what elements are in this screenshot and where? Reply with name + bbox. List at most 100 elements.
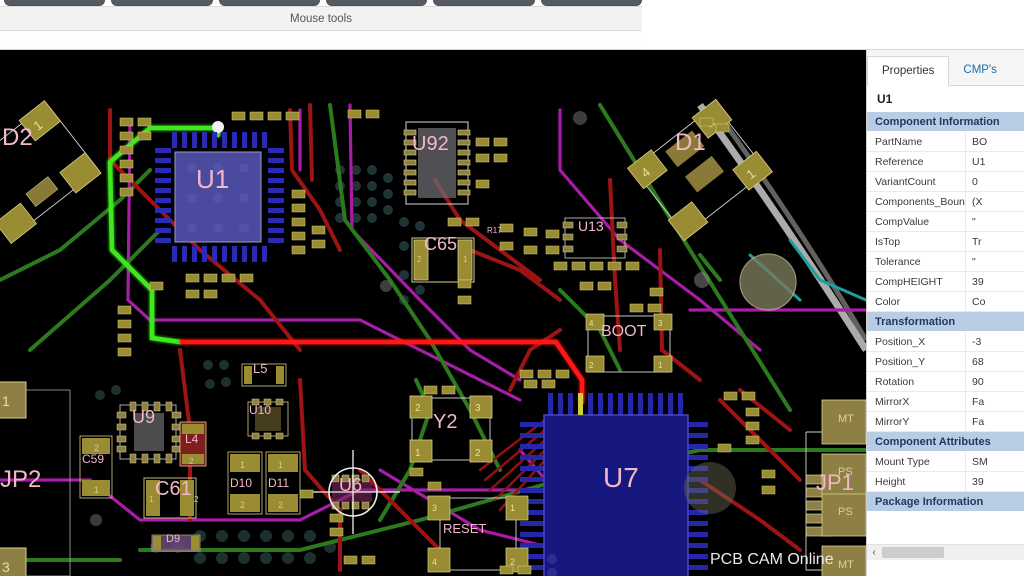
property-row[interactable]: Tolerance " <box>867 252 1024 272</box>
svg-text:1: 1 <box>278 460 283 470</box>
property-value[interactable]: " <box>965 212 1024 231</box>
edge-pad-label[interactable]: PS <box>838 466 853 478</box>
designator-reset[interactable]: RESET <box>443 521 486 536</box>
property-group-header: Component Attributes <box>867 432 1024 452</box>
svg-text:2: 2 <box>415 403 421 414</box>
toolbar-empty-area <box>642 0 1024 50</box>
designator-y2[interactable]: Y2 <box>433 411 457 433</box>
property-value[interactable]: SM <box>965 452 1024 471</box>
edge-pad-label[interactable]: MT <box>838 559 854 571</box>
property-value[interactable]: 39 <box>965 272 1024 291</box>
designator-u1[interactable]: U1 <box>196 164 229 194</box>
tab-cmps[interactable]: CMP's <box>949 55 1011 85</box>
svg-text:2: 2 <box>475 448 481 459</box>
u7-body[interactable] <box>543 414 689 576</box>
property-grid[interactable]: Component Information PartName BO Reference… <box>867 112 1024 556</box>
property-row[interactable]: MirrorX Fa <box>867 392 1024 412</box>
property-value[interactable]: Tr <box>965 232 1024 251</box>
property-value[interactable]: Fa <box>965 412 1024 431</box>
designator-u10[interactable]: U10 <box>249 403 271 417</box>
property-group-header: Transformation <box>867 312 1024 332</box>
designator-u9[interactable]: U9 <box>132 407 155 427</box>
mounting-hole[interactable] <box>739 253 797 311</box>
edge-pad-label[interactable]: PS <box>838 506 853 518</box>
designator-jp2[interactable]: JP2 <box>0 466 41 493</box>
property-row[interactable]: Position_Y 68 <box>867 352 1024 372</box>
property-row[interactable]: Components_Bounds(X <box>867 192 1024 212</box>
designator-u7[interactable]: U7 <box>603 462 639 493</box>
scrollbar-thumb[interactable] <box>882 547 944 558</box>
tab-properties[interactable]: Properties <box>867 56 950 86</box>
svg-text:1: 1 <box>149 495 154 504</box>
property-row[interactable]: CompHEIGHT 39 <box>867 272 1024 292</box>
panel-horizontal-scrollbar[interactable]: ‹ <box>867 544 1024 560</box>
property-value[interactable]: 0 <box>965 172 1024 191</box>
property-key: Mount Type <box>875 455 930 468</box>
property-key: Rotation <box>875 375 915 388</box>
property-value[interactable]: Fa <box>965 392 1024 411</box>
designator-u13[interactable]: U13 <box>578 218 604 234</box>
property-row[interactable]: Color Co <box>867 292 1024 312</box>
svg-text:1: 1 <box>463 255 468 264</box>
designator-u6[interactable]: U6 <box>339 475 362 495</box>
edge-pad-label[interactable]: MT <box>838 413 854 425</box>
property-row[interactable]: Rotation 90 <box>867 372 1024 392</box>
property-row[interactable]: CompValue " <box>867 212 1024 232</box>
designator-c59[interactable]: C59 <box>82 452 104 466</box>
svg-text:3: 3 <box>432 503 437 513</box>
designator-c65[interactable]: C65 <box>424 234 457 254</box>
property-group-header: Component Information <box>867 112 1024 132</box>
designator-boot[interactable]: BOOT <box>601 323 647 340</box>
top-toolbar: Mouse tools <box>0 0 1024 50</box>
property-value[interactable]: Co <box>965 292 1024 311</box>
panel-footer <box>867 560 1024 576</box>
property-value[interactable]: BO <box>965 132 1024 151</box>
pcb-layout-svg[interactable]: 2 1 2 2 1 1 2 1 2 1 2 2 3 1 2 4 3 2 1 3 … <box>0 50 866 576</box>
svg-text:1: 1 <box>240 460 245 470</box>
svg-text:1: 1 <box>658 361 663 370</box>
mouse-tools-label: Mouse tools <box>289 12 352 25</box>
property-row[interactable]: IsTop Tr <box>867 232 1024 252</box>
svg-text:1: 1 <box>94 485 99 495</box>
net-endpoint-marker[interactable] <box>212 121 224 133</box>
property-key: Height <box>875 475 906 488</box>
property-key: VariantCount <box>875 175 936 188</box>
property-key: CompHEIGHT <box>875 275 943 288</box>
property-row[interactable]: MirrorY Fa <box>867 412 1024 432</box>
designator-d2[interactable]: D2 <box>2 124 33 151</box>
designator-c61[interactable]: C61 <box>155 478 192 500</box>
property-value[interactable]: -3 <box>965 332 1024 351</box>
designator-l5[interactable]: L5 <box>253 361 267 376</box>
designator-d10[interactable]: D10 <box>230 476 252 490</box>
property-key: Color <box>875 295 901 308</box>
watermark-title: PCB CAM Online <box>710 551 834 568</box>
svg-text:2: 2 <box>589 361 594 370</box>
panel-tabs[interactable]: Properties CMP's <box>867 50 1024 86</box>
property-row[interactable]: PartName BO <box>867 132 1024 152</box>
property-value[interactable]: U1 <box>965 152 1024 171</box>
svg-text:3: 3 <box>475 403 481 414</box>
designator-d1[interactable]: D1 <box>675 129 706 156</box>
pcb-canvas[interactable]: 2 1 2 2 1 1 2 1 2 1 2 2 3 1 2 4 3 2 1 3 … <box>0 50 866 576</box>
properties-panel[interactable]: Properties CMP's U1 Component Informatio… <box>866 50 1024 576</box>
svg-text:3: 3 <box>658 319 663 328</box>
property-value[interactable]: 68 <box>965 352 1024 371</box>
designator-l4[interactable]: L4 <box>185 432 199 446</box>
property-key: Position_Y <box>875 355 926 368</box>
designator-d11[interactable]: D11 <box>268 476 289 490</box>
property-row[interactable]: Position_X -3 <box>867 332 1024 352</box>
scroll-left-arrow-icon[interactable]: ‹ <box>867 547 881 558</box>
property-row[interactable]: VariantCount 0 <box>867 172 1024 192</box>
property-value[interactable]: 39 <box>965 472 1024 491</box>
property-key: MirrorX <box>875 395 910 408</box>
property-value[interactable]: " <box>965 252 1024 271</box>
designator-r17[interactable]: R17 <box>487 226 502 235</box>
property-row[interactable]: Mount Type SM <box>867 452 1024 472</box>
property-row[interactable]: Height 39 <box>867 472 1024 492</box>
property-row[interactable]: Reference U1 <box>867 152 1024 172</box>
property-value[interactable]: (X <box>965 192 1024 211</box>
u7-pin-highlighted[interactable] <box>578 393 583 415</box>
property-value[interactable]: 90 <box>965 372 1024 391</box>
designator-u92[interactable]: U92 <box>412 133 449 155</box>
designator-d9[interactable]: D9 <box>166 533 180 545</box>
